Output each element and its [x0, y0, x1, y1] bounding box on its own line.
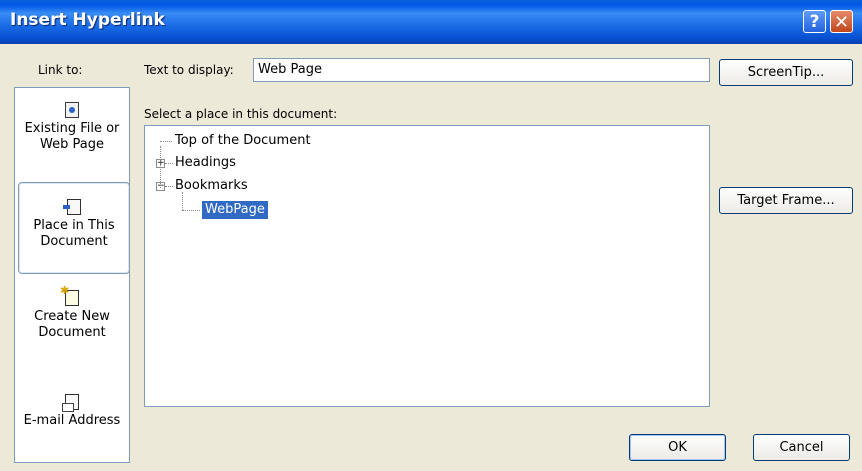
window-title: Insert Hyperlink — [10, 10, 165, 30]
screentip-button[interactable]: ScreenTip... — [719, 59, 853, 86]
tree-node-headings[interactable]: Headings — [175, 154, 236, 172]
existing-file-icon — [65, 102, 79, 118]
tree-node-bookmarks[interactable]: Bookmarks — [175, 177, 248, 195]
link-existing-file[interactable]: Existing File or Web Page — [15, 102, 129, 153]
link-place-in-document[interactable]: Place in This Document — [18, 182, 130, 274]
target-frame-button[interactable]: Target Frame... — [719, 187, 853, 214]
link-existing-file-label: Existing File or Web Page — [24, 121, 120, 152]
select-place-label: Select a place in this document: — [144, 107, 338, 121]
link-to-label: Link to: — [38, 63, 83, 77]
link-to-panel: Existing File or Web Page Place in This … — [14, 87, 130, 463]
text-to-display-label: Text to display: — [144, 63, 234, 77]
tree-node-webpage[interactable]: WebPage — [201, 200, 269, 220]
title-bar[interactable]: Insert Hyperlink ? ✕ — [0, 0, 862, 44]
text-to-display-input[interactable]: Web Page — [253, 58, 710, 82]
tree-node-top-of-document[interactable]: Top of the Document — [175, 132, 311, 150]
link-create-new-document[interactable]: Create New Document — [15, 283, 129, 341]
place-tree[interactable]: Top of the Document + Headings − Bookmar… — [144, 125, 710, 407]
close-button[interactable]: ✕ — [830, 10, 853, 33]
tree-line — [182, 192, 183, 210]
ok-button[interactable]: OK — [629, 434, 726, 461]
cancel-button[interactable]: Cancel — [753, 434, 850, 461]
tree-line — [160, 141, 172, 142]
link-create-new-document-label: Create New Document — [34, 309, 110, 340]
tree-line — [165, 163, 173, 164]
link-email-address[interactable]: E-mail Address — [15, 394, 129, 429]
tree-line — [165, 186, 173, 187]
place-in-document-icon — [63, 199, 81, 215]
email-icon — [62, 394, 79, 412]
tree-line — [182, 210, 200, 211]
new-document-icon — [60, 283, 79, 306]
help-button[interactable]: ? — [803, 10, 826, 33]
link-email-address-label: E-mail Address — [23, 413, 121, 428]
tree-line — [160, 146, 161, 188]
link-place-in-document-label: Place in This Document — [33, 218, 115, 249]
